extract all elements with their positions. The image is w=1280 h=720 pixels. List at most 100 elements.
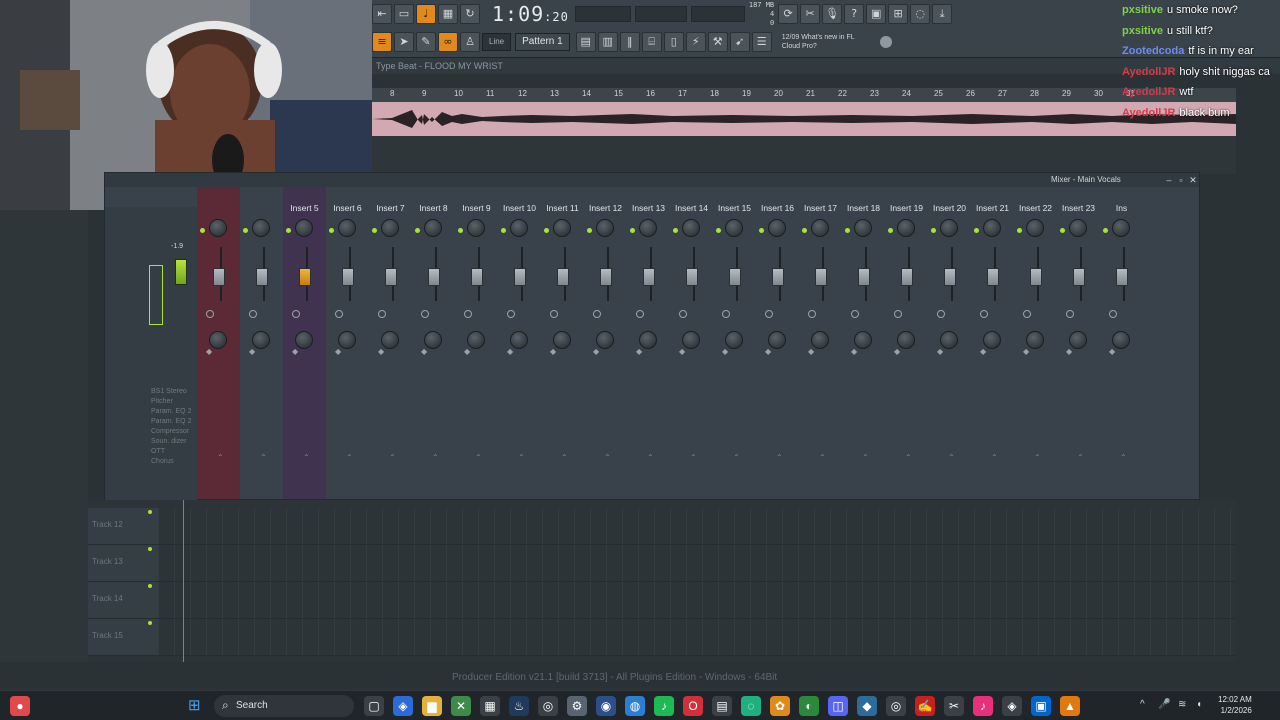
pan-knob[interactable] [596, 219, 614, 237]
mixer-insert[interactable]: Insert 23 ◆ ⌃ [1057, 187, 1100, 499]
volume-fader[interactable] [686, 268, 698, 286]
cut-icon[interactable]: ✂ [800, 4, 821, 24]
news-panel[interactable]: 12/09 What's new in FL Cloud Pro? [782, 33, 872, 51]
minimize-icon[interactable]: – [1163, 174, 1175, 186]
stereo-dot[interactable] [765, 310, 773, 318]
strip-led[interactable] [501, 228, 506, 233]
snap-select[interactable]: Line [482, 33, 512, 51]
pan-knob[interactable] [1026, 219, 1044, 237]
mixer-insert[interactable]: Insert 19 ◆ ⌃ [885, 187, 928, 499]
track-lane[interactable] [158, 545, 1236, 582]
vscode-icon[interactable]: ◆ [857, 696, 877, 716]
refresh-icon[interactable]: ⟳ [778, 4, 799, 24]
route-arrow-icon[interactable]: ⌃ [948, 453, 955, 462]
wifi-icon[interactable]: ≋ [1178, 699, 1186, 710]
fx-slot[interactable]: Pitcher [151, 397, 191, 407]
send-icon[interactable]: ◆ [378, 348, 384, 356]
route-arrow-icon[interactable]: ⌃ [819, 453, 826, 462]
volume-fader[interactable] [987, 268, 999, 286]
tempo-button[interactable]: ♩ [416, 4, 436, 24]
pan-knob[interactable] [209, 219, 227, 237]
route-arrow-icon[interactable]: ⌃ [862, 453, 869, 462]
route-arrow-icon[interactable]: ⌃ [690, 453, 697, 462]
send-icon[interactable]: ◆ [507, 348, 513, 356]
pan-knob[interactable] [940, 219, 958, 237]
mic-icon[interactable]: 🎙 [822, 4, 843, 24]
channel-rack-icon[interactable]: ▥ [597, 32, 618, 52]
volume-fader[interactable] [815, 268, 827, 286]
pencil-icon[interactable]: ✎ [416, 32, 436, 52]
pat-song-toggle[interactable]: ▭ [394, 4, 414, 24]
strip-led[interactable] [1060, 228, 1065, 233]
playlist-area[interactable] [372, 136, 1236, 174]
send-icon[interactable]: ◆ [1109, 348, 1115, 356]
stamp-icon[interactable]: ♙ [460, 32, 480, 52]
mixer-titlebar[interactable]: Mixer - Main Vocals – ▫ ✕ [105, 173, 1199, 187]
app-icon[interactable]: ▦ [480, 696, 500, 716]
clock[interactable]: 12:02 AM 1/2/2026 [1218, 694, 1252, 716]
file-explorer-icon[interactable]: ▆ [422, 696, 442, 716]
fx-slot[interactable]: Soun. dizer [151, 437, 191, 447]
route-arrow-icon[interactable]: ⌃ [561, 453, 568, 462]
track-led[interactable] [148, 621, 152, 625]
strip-led[interactable] [1017, 228, 1022, 233]
mixer-insert[interactable]: Insert 21 ◆ ⌃ [971, 187, 1014, 499]
mixer-insert[interactable]: Insert 18 ◆ ⌃ [842, 187, 885, 499]
notebook-icon[interactable]: ▯ [663, 32, 684, 52]
stereo-dot[interactable] [851, 310, 859, 318]
taskbar-search[interactable]: ⌕ Search [214, 695, 354, 717]
volume-fader[interactable] [901, 268, 913, 286]
send-icon[interactable]: ◆ [894, 348, 900, 356]
route-arrow-icon[interactable]: ⌃ [1120, 453, 1127, 462]
chat-username[interactable]: AyedollJR [1122, 66, 1175, 78]
volume-fader[interactable] [600, 268, 612, 286]
strip-led[interactable] [759, 228, 764, 233]
steam-icon[interactable]: ♨ [509, 696, 529, 716]
stereo-dot[interactable] [421, 310, 429, 318]
volume-fader[interactable] [342, 268, 354, 286]
stereo-dot[interactable] [292, 310, 300, 318]
fx-slot[interactable]: BS1 Stereo [151, 387, 191, 397]
pan-knob[interactable] [467, 219, 485, 237]
pan-knob[interactable] [424, 219, 442, 237]
mixer-insert[interactable]: Insert 11 ◆ ⌃ [541, 187, 584, 499]
track-led[interactable] [148, 547, 152, 551]
vpn-icon[interactable]: ◉ [596, 696, 616, 716]
tiktok-icon[interactable]: ♪ [973, 696, 993, 716]
stereo-dot[interactable] [808, 310, 816, 318]
stereo-dot[interactable] [1066, 310, 1074, 318]
pan-knob[interactable] [510, 219, 528, 237]
strip-led[interactable] [888, 228, 893, 233]
opera-icon[interactable]: O [683, 696, 703, 716]
send-icon[interactable]: ◆ [980, 348, 986, 356]
route-arrow-icon[interactable]: ⌃ [604, 453, 611, 462]
plugin-icon[interactable]: ⊞ [888, 4, 909, 24]
stereo-dot[interactable] [378, 310, 386, 318]
master-volume[interactable] [574, 6, 631, 22]
send-icon[interactable]: ◆ [808, 348, 814, 356]
settings-icon[interactable]: ⚙ [567, 696, 587, 716]
pan-knob[interactable] [295, 219, 313, 237]
pan-knob[interactable] [1069, 219, 1087, 237]
send-icon[interactable]: ◆ [292, 348, 298, 356]
chat-username[interactable]: AyedollJR [1122, 107, 1175, 119]
strip-led[interactable] [802, 228, 807, 233]
mixer-strip[interactable]: ◆ ⌃ [197, 187, 240, 499]
mixer-insert[interactable]: Insert 6 ◆ ⌃ [326, 187, 369, 499]
playhead[interactable] [183, 500, 184, 662]
track-led[interactable] [148, 584, 152, 588]
avatar-icon[interactable]: ● [10, 696, 30, 716]
send-icon[interactable]: ◆ [851, 348, 857, 356]
send-icon[interactable]: ◆ [722, 348, 728, 356]
volume-fader[interactable] [514, 268, 526, 286]
volume-fader[interactable] [256, 268, 268, 286]
volume-fader[interactable] [1116, 268, 1128, 286]
stereo-dot[interactable] [1023, 310, 1031, 318]
mixer-insert[interactable]: Insert 20 ◆ ⌃ [928, 187, 971, 499]
download-icon[interactable]: ⤓ [932, 4, 953, 24]
mixer-insert[interactable]: Insert 5 ◆ ⌃ [283, 187, 326, 499]
stereo-dot[interactable] [464, 310, 472, 318]
mixer-insert[interactable]: Insert 15 ◆ ⌃ [713, 187, 756, 499]
mixer-insert[interactable]: Insert 17 ◆ ⌃ [799, 187, 842, 499]
pan-knob[interactable] [1112, 219, 1130, 237]
